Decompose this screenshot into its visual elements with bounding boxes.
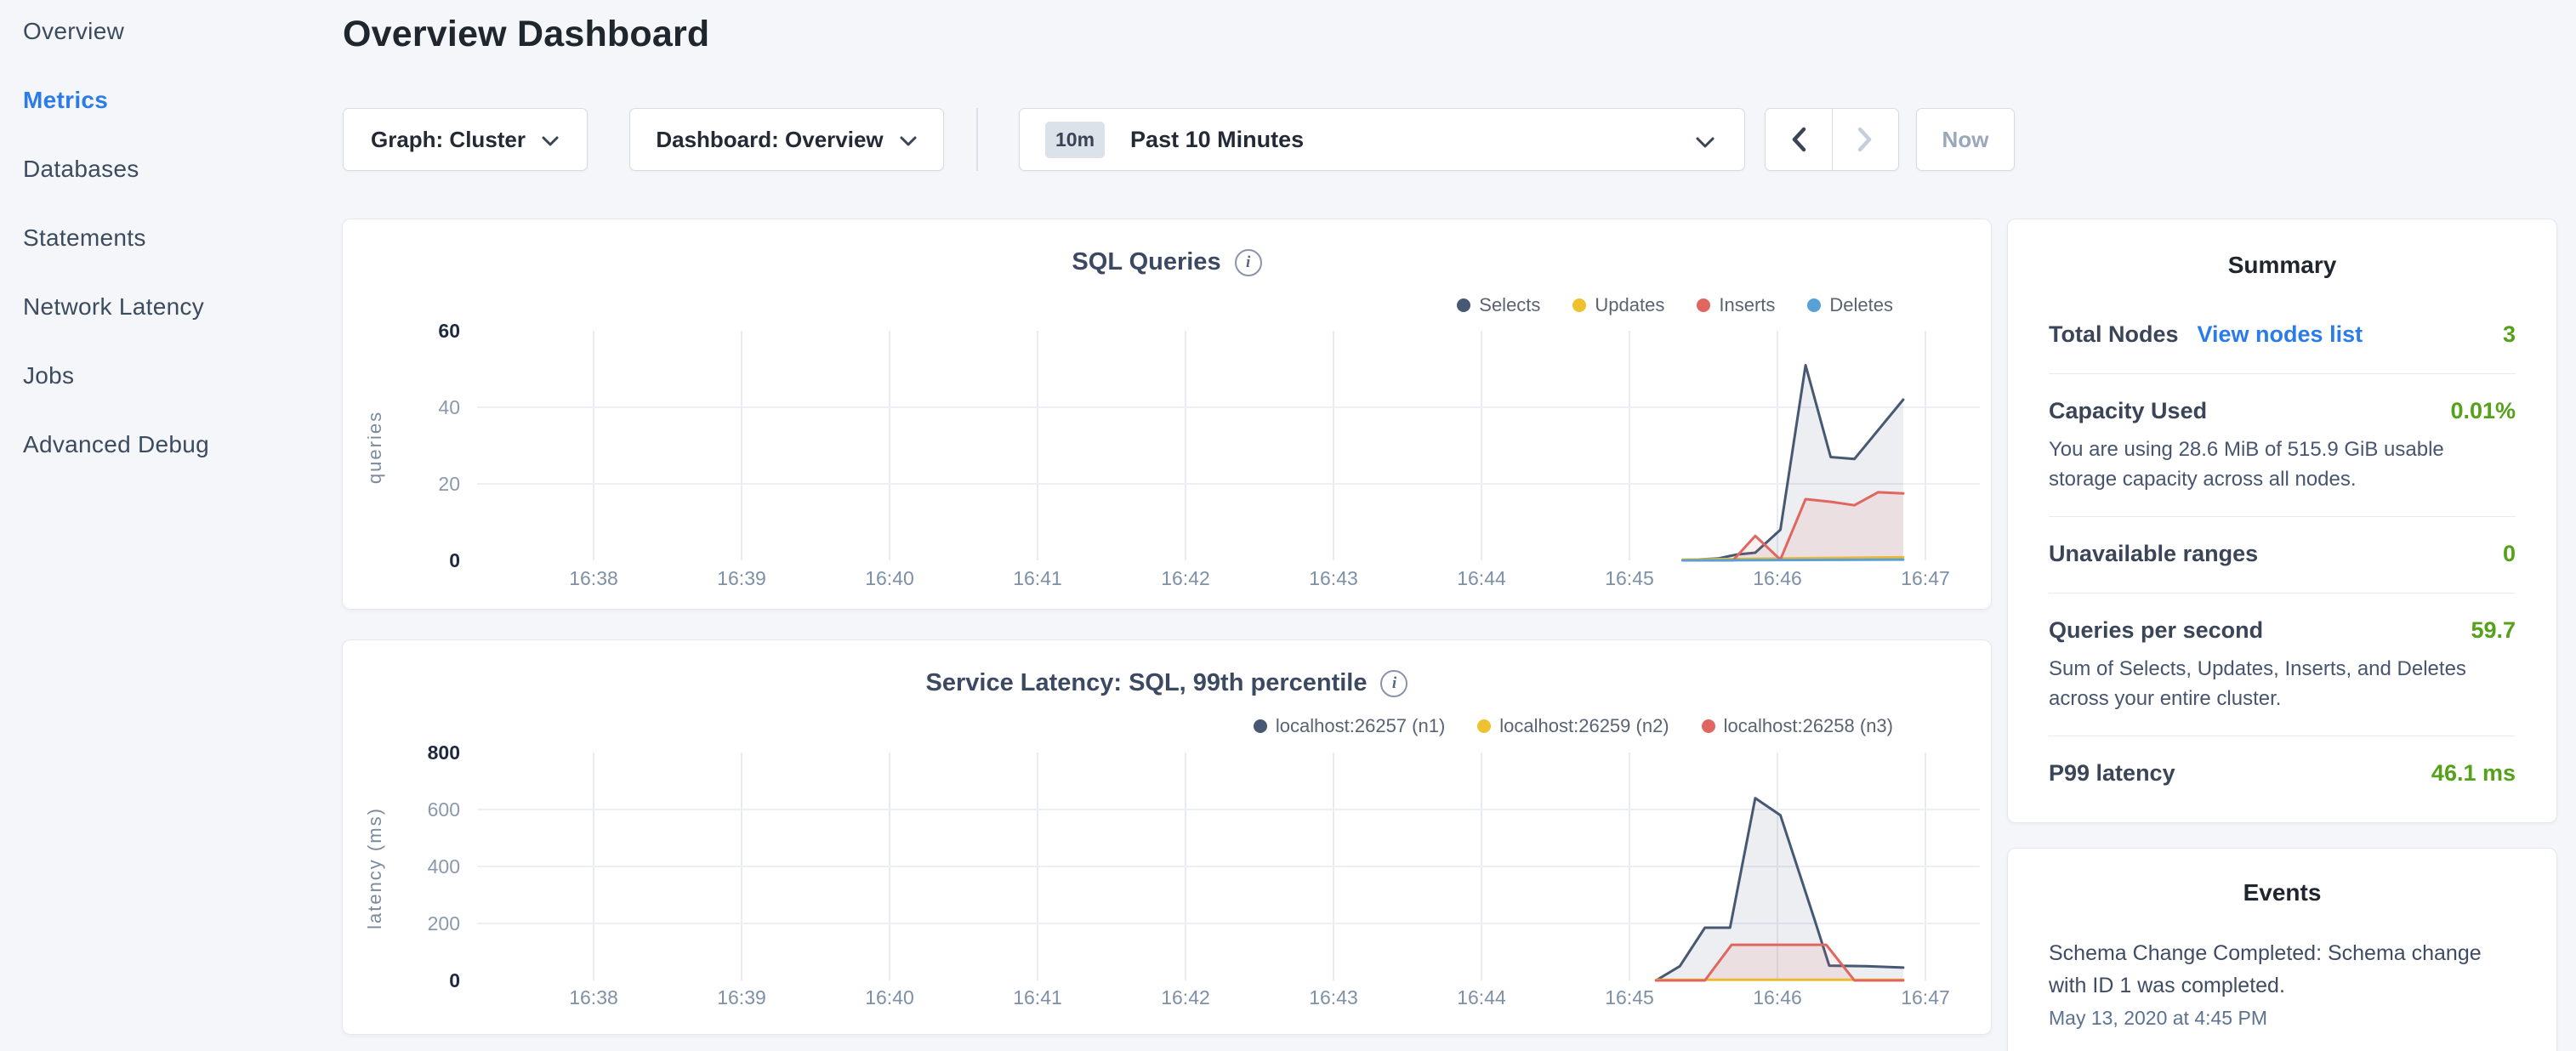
y-tick-label: 800 [428,741,460,764]
summary-label: Unavailable ranges [2049,541,2258,567]
overview-dashboard-page: { "page": { "title": "Overview Dashboard… [0,0,2576,1051]
x-tick-label: 16:43 [1309,567,1358,589]
summary-value: 59.7 [2471,617,2516,644]
x-tick-label: 16:39 [717,567,766,589]
summary-value: 46.1 ms [2431,760,2516,787]
summary-heading: Summary [2049,252,2516,279]
y-tick-label: 400 [428,855,460,878]
y-tick-label: 200 [428,912,460,935]
x-tick-label: 16:41 [1013,986,1062,1008]
x-tick-label: 16:47 [1901,567,1950,589]
sidebar-item-advanced-debug[interactable]: Advanced Debug [23,432,312,457]
toolbar-divider [976,108,978,171]
summary-description: Sum of Selects, Updates, Inserts, and De… [2049,654,2499,713]
time-nav-button-group [1765,108,1899,171]
y-tick-label: 0 [449,969,460,991]
view-nodes-list-link[interactable]: View nodes list [2198,321,2363,348]
x-tick-label: 16:46 [1753,567,1802,589]
now-button[interactable]: Now [1916,108,2015,171]
graph-dropdown[interactable]: Graph: Cluster [343,108,588,171]
service-latency-chart: 16:38 16:39 16:40 16:41 16:42 16:43 16:44 16:45… [343,640,1993,1036]
events-heading: Events [2049,879,2516,906]
event-message[interactable]: Schema Change Completed: Schema change w… [2049,937,2516,1002]
divider [2049,516,2516,517]
summary-row-total-nodes: Total Nodes View nodes list 3 [2049,321,2516,348]
x-tick-label: 16:38 [569,567,618,589]
previous-time-range-button[interactable] [1766,109,1832,170]
sidebar-item-jobs[interactable]: Jobs [23,363,312,389]
chevron-right-icon [1857,127,1873,152]
time-window-dropdown[interactable]: 10m Past 10 Minutes [1019,108,1745,171]
summary-label: Queries per second [2049,617,2263,644]
x-tick-label: 16:45 [1605,986,1654,1008]
summary-row-unavailable-ranges: Unavailable ranges 0 [2049,541,2516,567]
summary-panel: Summary Total Nodes View nodes list 3 Ca… [2007,219,2557,823]
x-tick-label: 16:42 [1161,986,1210,1008]
time-window-label: Past 10 Minutes [1130,127,1304,153]
chevron-down-icon [541,135,560,147]
chevron-left-icon [1791,127,1806,152]
x-tick-label: 16:44 [1457,567,1506,589]
summary-row-p99-latency: P99 latency 46.1 ms [2049,760,2516,787]
summary-row-capacity-used: Capacity Used 0.01% [2049,398,2516,424]
sql-queries-chart-card: SQL Queries i Selects Updates Inserts De… [342,219,1992,610]
x-tick-label: 16:44 [1457,986,1506,1008]
x-tick-label: 16:46 [1753,986,1802,1008]
y-tick-label: 0 [449,549,460,571]
chevron-down-icon [1695,136,1715,149]
y-tick-label: 40 [438,396,460,418]
graph-dropdown-label: Graph: Cluster [371,127,526,153]
summary-label: P99 latency [2049,760,2175,787]
sidebar-item-statements[interactable]: Statements [23,225,312,251]
divider [2049,373,2516,374]
sidebar-item-overview[interactable]: Overview [23,19,312,44]
dashboard-dropdown[interactable]: Dashboard: Overview [629,108,944,171]
x-tick-label: 16:43 [1309,986,1358,1008]
x-tick-label: 16:41 [1013,567,1062,589]
sidebar-item-network-latency[interactable]: Network Latency [23,294,312,320]
x-tick-label: 16:47 [1901,986,1950,1008]
x-tick-label: 16:40 [865,567,914,589]
summary-description: You are using 28.6 MiB of 515.9 GiB usab… [2049,435,2499,494]
y-tick-label: 20 [438,473,460,495]
y-tick-label: 600 [428,798,460,821]
sql-queries-chart: 16:38 16:39 16:40 16:41 16:42 16:43 16:44 16:45… [343,219,1993,611]
sidebar-item-metrics[interactable]: Metrics [23,88,312,113]
sidebar-item-databases[interactable]: Databases [23,156,312,182]
summary-label: Total Nodes [2049,321,2179,348]
sidebar-nav: Overview Metrics Databases Statements Ne… [23,19,312,501]
x-tick-label: 16:39 [717,986,766,1008]
dashboard-dropdown-label: Dashboard: Overview [656,127,883,153]
events-panel: Events Schema Change Completed: Schema c… [2007,848,2557,1051]
y-tick-label: 60 [438,320,460,342]
summary-value: 3 [2503,321,2516,348]
event-timestamp: May 13, 2020 at 4:45 PM [2049,1007,2516,1030]
x-tick-label: 16:38 [569,986,618,1008]
x-tick-label: 16:45 [1605,567,1654,589]
x-tick-label: 16:42 [1161,567,1210,589]
next-time-range-button[interactable] [1832,109,1899,170]
summary-value: 0.01% [2450,398,2516,424]
summary-row-queries-per-second: Queries per second 59.7 [2049,617,2516,644]
summary-label: Capacity Used [2049,398,2207,424]
divider [2049,593,2516,594]
time-window-badge: 10m [1045,122,1105,158]
chevron-down-icon [899,135,918,147]
page-title: Overview Dashboard [343,14,709,55]
service-latency-chart-card: Service Latency: SQL, 99th percentile i … [342,639,1992,1035]
summary-value: 0 [2503,541,2516,567]
x-tick-label: 16:40 [865,986,914,1008]
